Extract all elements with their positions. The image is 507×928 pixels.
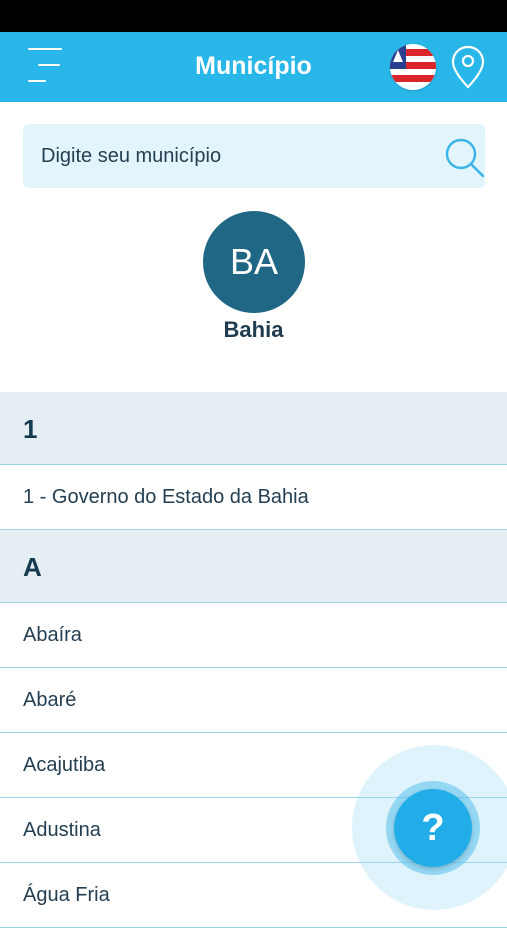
section-header: 1 <box>0 392 507 465</box>
bahia-flag-icon[interactable] <box>390 44 436 90</box>
search-icon[interactable] <box>441 134 489 182</box>
list-item[interactable]: Abaré <box>0 668 507 733</box>
section-header: A <box>0 530 507 603</box>
search-input[interactable] <box>23 124 403 188</box>
search-bar <box>23 124 485 188</box>
help-button[interactable]: ? <box>394 789 472 867</box>
state-avatar: BA <box>203 211 305 313</box>
app-header: Município <box>0 32 507 102</box>
state-name: Bahia <box>223 317 284 342</box>
hamburger-menu-icon[interactable] <box>26 46 64 84</box>
list-item[interactable]: 1 - Governo do Estado da Bahia <box>0 465 507 530</box>
status-bar <box>0 0 507 32</box>
list-item[interactable]: Abaíra <box>0 603 507 668</box>
map-pin-icon[interactable] <box>450 44 486 90</box>
